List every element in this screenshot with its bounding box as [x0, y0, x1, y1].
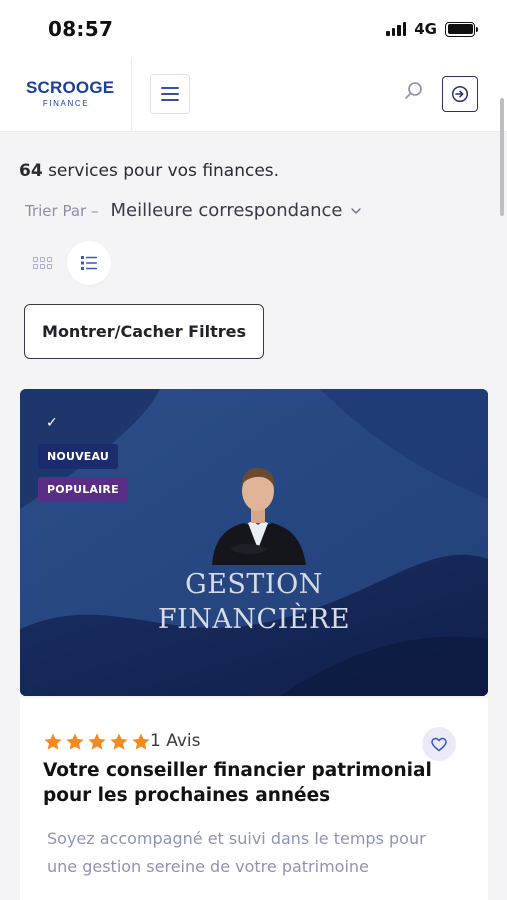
badge-popular: POPULAIRE — [38, 477, 128, 502]
card-title[interactable]: Votre conseiller financier patrimonial p… — [43, 758, 443, 808]
site-header: SCROOGE FINANCE — [0, 58, 507, 132]
star-icon — [132, 733, 150, 750]
login-button[interactable] — [442, 76, 478, 112]
header-divider — [131, 58, 132, 132]
heart-icon — [431, 737, 447, 751]
grid-view-icon[interactable] — [30, 253, 54, 273]
menu-icon — [161, 87, 179, 89]
review-count[interactable]: 1 Avis — [150, 731, 201, 751]
advisor-portrait — [212, 467, 306, 565]
signal-icon — [386, 22, 407, 36]
scrollbar[interactable] — [500, 98, 504, 216]
verified-check: ✓ — [46, 415, 58, 431]
card-image-title-line1: GESTION — [185, 569, 323, 600]
network-type: 4G — [414, 20, 437, 38]
card-description: Soyez accompagné et suivi dans le temps … — [47, 829, 426, 876]
service-card: 1 Avis Votre conseiller financier patrim… — [20, 698, 488, 900]
favorite-button[interactable] — [422, 727, 456, 761]
sort-control[interactable]: Trier Par – Meilleure correspondance — [25, 200, 362, 221]
badge-new: NOUVEAU — [38, 444, 119, 469]
status-indicators: 4G — [386, 20, 478, 38]
logo[interactable]: SCROOGE FINANCE — [26, 78, 115, 108]
results-number: 64 — [19, 161, 43, 181]
results-text: services pour vos finances. — [42, 161, 280, 181]
menu-button[interactable] — [150, 74, 190, 114]
list-view-button[interactable] — [67, 241, 111, 285]
chevron-down-icon — [350, 207, 361, 214]
search-icon[interactable] — [403, 80, 425, 102]
status-time: 08:57 — [48, 17, 114, 41]
toggle-filters-button[interactable]: Montrer/Cacher Filtres — [24, 304, 264, 359]
status-bar: 08:57 4G — [0, 0, 507, 58]
star-icon — [110, 733, 128, 750]
battery-icon — [445, 21, 478, 37]
sort-label: Trier Par – — [25, 201, 99, 220]
rating-stars — [43, 732, 151, 752]
list-view-icon — [81, 256, 97, 270]
star-icon — [88, 733, 106, 750]
results-count: 64 services pour vos finances. — [19, 161, 279, 181]
logo-tagline: FINANCE — [42, 99, 90, 108]
logo-wordmark: SCROOGE — [26, 78, 115, 97]
card-image-title-line2: FINANCIÈRE — [157, 604, 351, 635]
star-icon — [66, 733, 84, 750]
star-icon — [44, 733, 62, 750]
sort-value[interactable]: Meilleure correspondance — [110, 200, 342, 221]
login-icon — [451, 85, 469, 103]
service-card-image[interactable]: ✓ NOUVEAU POPULAIRE GESTION FINANCIÈRE — [20, 389, 488, 696]
